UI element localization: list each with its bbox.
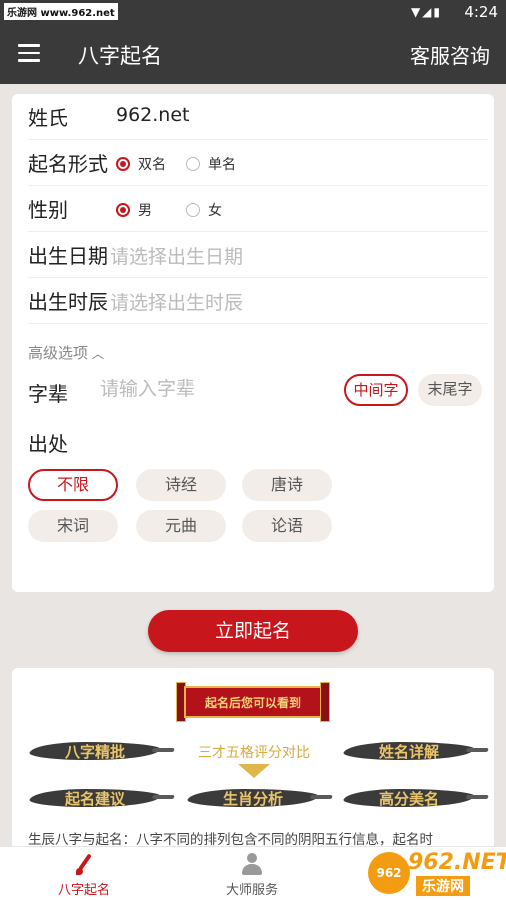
page-title: 八字起名 (78, 44, 162, 68)
single-name-label: 单名 (208, 157, 236, 173)
promo-description: 生辰八字与起名：八字不同的排列包含不同的阴阳五行信息，起名时 (28, 832, 433, 848)
tab-label: 大师服务 (225, 883, 278, 898)
generation-input[interactable] (100, 378, 320, 400)
position-end-button[interactable]: 末尾字 (418, 374, 482, 406)
feature-name-detail[interactable]: 姓名详解 (341, 738, 477, 764)
double-name-radio[interactable]: 双名 (116, 154, 166, 174)
birth-time-label: 出生时辰 (28, 290, 108, 314)
feature-bazi-review[interactable]: 八字精批 (27, 738, 163, 764)
gender-row: 性别 男 女 (28, 186, 488, 232)
surname-row: 姓氏 962.net (28, 94, 488, 140)
radio-unchecked-icon (186, 157, 200, 171)
feature-zodiac-analysis[interactable]: 生肖分析 (185, 785, 321, 811)
source-yuanqu-button[interactable]: 元曲 (136, 510, 226, 542)
signal-battery-icons: ▼◢▮ (410, 5, 442, 19)
radio-checked-icon (116, 157, 130, 171)
start-naming-button[interactable]: 立即起名 (148, 610, 358, 652)
source-lunyu-button[interactable]: 论语 (242, 510, 332, 542)
brush-icon (71, 853, 97, 877)
naming-form-card: 姓氏 962.net 起名形式 双名 单名 性别 男 女 出生日期 请选择出生日… (12, 94, 494, 592)
chevron-up-icon: ︿ (92, 347, 105, 361)
source-songci-button[interactable]: 宋词 (28, 510, 118, 542)
promo-card: 起名后您可以看到 八字精批 三才五格评分对比 姓名详解 起名建议 生肖分析 高分… (12, 668, 494, 858)
birth-time-picker[interactable]: 请选择出生时辰 (110, 288, 243, 315)
birth-time-row[interactable]: 出生时辰 请选择出生时辰 (28, 278, 488, 324)
surname-label: 姓氏 (28, 106, 68, 130)
app-bar: 八字起名 客服咨询 (0, 24, 506, 84)
female-label: 女 (208, 203, 222, 219)
triangle-down-icon (238, 764, 270, 778)
advanced-options-toggle[interactable]: 高级选项 ︿ (28, 342, 104, 363)
tab-bazi-naming[interactable]: 八字起名 (24, 853, 144, 898)
feature-naming-advice[interactable]: 起名建议 (27, 785, 163, 811)
source-unlimited-button[interactable]: 不限 (28, 469, 118, 501)
tab-label: 八字起名 (57, 883, 110, 898)
status-time: 4:24 (464, 3, 498, 21)
status-watermark: 乐游网 www.962.net (4, 3, 118, 20)
status-bar: 乐游网 www.962.net ▼◢▮ 4:24 (0, 0, 506, 24)
site-watermark-logo: 962 962.NET 乐游网 (368, 850, 506, 896)
source-shijing-button[interactable]: 诗经 (136, 469, 226, 501)
feature-high-score-names[interactable]: 高分美名 (341, 785, 477, 811)
customer-service-button[interactable]: 客服咨询 (410, 40, 490, 69)
surname-input[interactable]: 962.net (116, 104, 190, 126)
feature-score-compare[interactable]: 三才五格评分对比 (180, 742, 328, 778)
male-label: 男 (138, 203, 152, 219)
birth-date-row[interactable]: 出生日期 请选择出生日期 (28, 232, 488, 278)
gender-label: 性别 (28, 198, 68, 222)
source-label: 出处 (28, 432, 68, 456)
menu-icon[interactable] (18, 44, 40, 62)
position-middle-button[interactable]: 中间字 (344, 374, 408, 406)
birth-date-label: 出生日期 (28, 244, 108, 268)
name-form-label: 起名形式 (28, 152, 108, 176)
male-radio[interactable]: 男 (116, 200, 152, 220)
generation-label: 字辈 (28, 382, 68, 406)
female-radio[interactable]: 女 (186, 200, 222, 220)
name-form-row: 起名形式 双名 单名 (28, 140, 488, 186)
advanced-options-label: 高级选项 (28, 344, 89, 362)
radio-unchecked-icon (186, 203, 200, 217)
radio-checked-icon (116, 203, 130, 217)
double-name-label: 双名 (138, 157, 166, 173)
birth-date-picker[interactable]: 请选择出生日期 (110, 242, 243, 269)
banner-text: 起名后您可以看到 (204, 696, 301, 710)
single-name-radio[interactable]: 单名 (186, 154, 236, 174)
source-tangshi-button[interactable]: 唐诗 (242, 469, 332, 501)
scroll-banner: 起名后您可以看到 (176, 682, 330, 722)
person-icon (239, 853, 265, 877)
tab-master-service[interactable]: 大师服务 (192, 853, 312, 898)
